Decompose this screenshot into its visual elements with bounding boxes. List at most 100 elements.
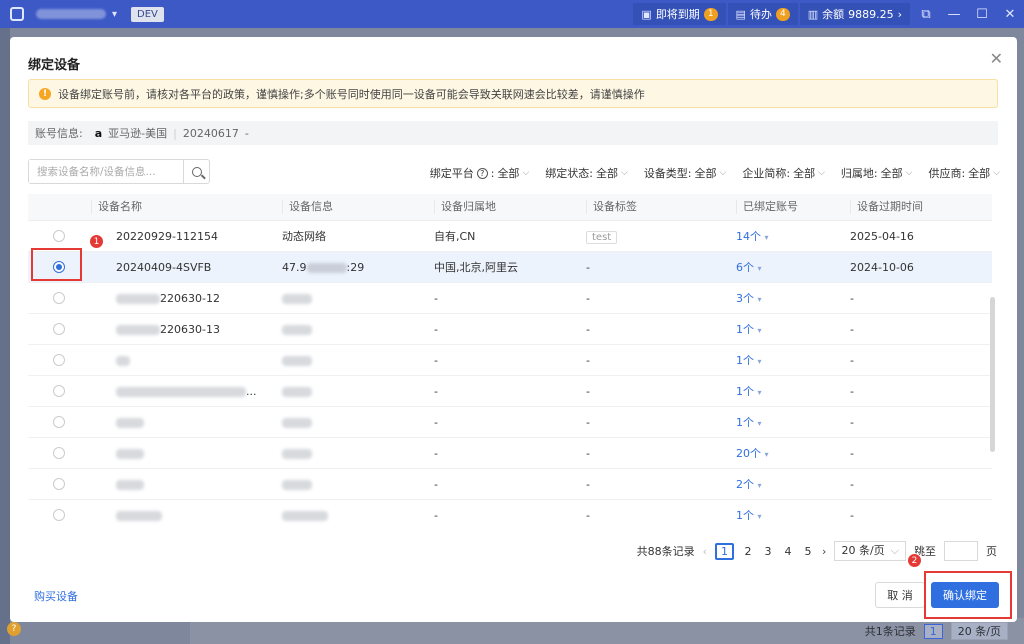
table-row[interactable]: - - 1个 ▾ -: [28, 407, 992, 438]
filter-supplier[interactable]: 供应商: 全部 ⌵: [928, 165, 1000, 181]
row-radio[interactable]: [53, 292, 65, 304]
page-button[interactable]: 1: [715, 542, 735, 560]
close-icon[interactable]: ✕: [990, 49, 1003, 68]
table-row[interactable]: 220630-13 - - 1个 ▾ -: [28, 314, 992, 345]
bound-count: 20个: [736, 447, 761, 460]
amazon-icon: a: [94, 126, 103, 140]
chevron-right-icon[interactable]: ›: [822, 545, 826, 558]
jump-page-input[interactable]: [944, 541, 978, 561]
background-total: 共1条记录: [864, 625, 916, 638]
bound-accounts[interactable]: 1个 ▾: [732, 321, 846, 337]
table-row[interactable]: - - 1个 ▾ -: [28, 345, 992, 376]
bound-count: 1个: [736, 416, 754, 429]
row-radio[interactable]: [53, 509, 65, 521]
row-radio[interactable]: [53, 478, 65, 490]
todo-label: 待办: [749, 8, 772, 21]
page-button[interactable]: 2: [742, 545, 754, 558]
device-tag: -: [586, 291, 590, 305]
filter-label: 供应商:: [928, 167, 966, 180]
step-marker: 2: [907, 553, 922, 568]
device-location: -: [434, 353, 438, 367]
table-row[interactable]: - - 1个 ▾ -: [28, 500, 992, 526]
expire-date: 2025-04-16: [850, 229, 914, 243]
table-row[interactable]: 20240409-4SVFB 47.9:29 中国,北京,阿里云 - 6个 ▾ …: [28, 252, 992, 283]
buy-device-link[interactable]: 购买设备: [34, 588, 78, 604]
table-row[interactable]: 20220929-112154 动态网络 自有,CN test 14个 ▾ 20…: [28, 221, 992, 252]
device-name: 220630-13: [90, 323, 278, 336]
filter-label: 归属地:: [840, 167, 878, 180]
row-radio[interactable]: [53, 447, 65, 459]
table-row[interactable]: 220630-12 - - 3个 ▾ -: [28, 283, 992, 314]
balance-value: 9889.25: [848, 7, 894, 21]
filter-location[interactable]: 归属地: 全部 ⌵: [841, 165, 913, 181]
bound-accounts[interactable]: 1个 ▾: [732, 383, 846, 399]
screenshot-icon[interactable]: ⧉: [912, 7, 940, 22]
bound-count: 14个: [736, 230, 761, 243]
bound-accounts[interactable]: 1个 ▾: [732, 414, 846, 430]
table-scrollbar[interactable]: [990, 297, 995, 452]
close-window-icon[interactable]: ✕: [996, 7, 1024, 22]
help-circle-icon[interactable]: ?: [476, 167, 488, 179]
bound-count: 1个: [736, 385, 754, 398]
search-input[interactable]: [29, 160, 183, 183]
bound-accounts[interactable]: 3个 ▾: [732, 290, 846, 306]
dialog-title: 绑定设备: [28, 58, 81, 73]
filter-platform[interactable]: 绑定平台 ? : 全部 ⌵: [430, 165, 530, 181]
device-location: -: [434, 384, 438, 398]
expiring-button[interactable]: ▣ 即将到期 1: [633, 3, 726, 25]
filter-device-type[interactable]: 设备类型: 全部 ⌵: [644, 165, 727, 181]
chevron-down-icon: ⌵: [818, 168, 825, 178]
caret-down-icon: ▾: [757, 326, 762, 335]
expiring-label: 即将到期: [655, 8, 700, 21]
calendar-icon: ▣: [641, 7, 652, 21]
expire-date: -: [850, 415, 854, 429]
page-button[interactable]: 3: [762, 545, 774, 558]
filter-company[interactable]: 企业简称: 全部 ⌵: [742, 165, 825, 181]
device-location: -: [434, 322, 438, 336]
row-radio[interactable]: [53, 230, 65, 242]
page-unit: 页: [986, 545, 997, 558]
bound-accounts[interactable]: 6个 ▾: [732, 259, 846, 275]
page-size-select[interactable]: 20 条/页 ⌵: [834, 541, 906, 561]
todo-icon: ▤: [735, 7, 746, 21]
filter-bind-status[interactable]: 绑定状态: 全部 ⌵: [545, 165, 628, 181]
table-row[interactable]: - - 2个 ▾ -: [28, 469, 992, 500]
bound-accounts[interactable]: 1个 ▾: [732, 352, 846, 368]
search-box: [28, 159, 210, 184]
filter-value: 全部: [694, 167, 717, 180]
row-radio[interactable]: [53, 354, 65, 366]
balance-button[interactable]: ▥ 余额 9889.25 ›: [799, 3, 910, 25]
bound-count: 1个: [736, 354, 754, 367]
maximize-icon[interactable]: ☐: [968, 7, 996, 22]
bound-accounts[interactable]: 2个 ▾: [732, 476, 846, 492]
table-row[interactable]: ... - - 1个 ▾ -: [28, 376, 992, 407]
caret-down-icon: ▾: [757, 481, 762, 490]
search-button[interactable]: [183, 160, 209, 183]
background-sidebar: [0, 28, 10, 644]
cancel-button[interactable]: 取 消: [875, 582, 925, 608]
todo-button[interactable]: ▤ 待办 4: [727, 3, 798, 25]
page-button[interactable]: 5: [802, 545, 814, 558]
device-tag: -: [586, 508, 590, 522]
device-info: 47.9:29: [278, 261, 430, 274]
minimize-icon[interactable]: —: [940, 7, 968, 22]
balance-label: 余额: [822, 8, 845, 21]
help-icon[interactable]: ?: [7, 622, 21, 636]
device-tag: -: [586, 260, 590, 274]
row-radio[interactable]: [53, 385, 65, 397]
chevron-left-icon[interactable]: ‹: [703, 545, 707, 558]
bound-accounts[interactable]: 1个 ▾: [732, 507, 846, 523]
caret-down-icon: ▾: [757, 357, 762, 366]
expire-date: -: [850, 353, 854, 367]
chevron-down-icon: ⌵: [719, 168, 727, 178]
bound-accounts[interactable]: 14个 ▾: [732, 228, 846, 244]
row-radio[interactable]: [53, 323, 65, 335]
caret-down-icon: ▾: [764, 450, 769, 459]
row-radio[interactable]: [53, 416, 65, 428]
filter-label: 企业简称:: [742, 167, 791, 180]
page-button[interactable]: 4: [782, 545, 794, 558]
table-row[interactable]: - - 20个 ▾ -: [28, 438, 992, 469]
account-suffix: -: [244, 126, 249, 140]
bound-accounts[interactable]: 20个 ▾: [732, 445, 846, 461]
chevron-down-icon[interactable]: ▾: [112, 9, 117, 20]
